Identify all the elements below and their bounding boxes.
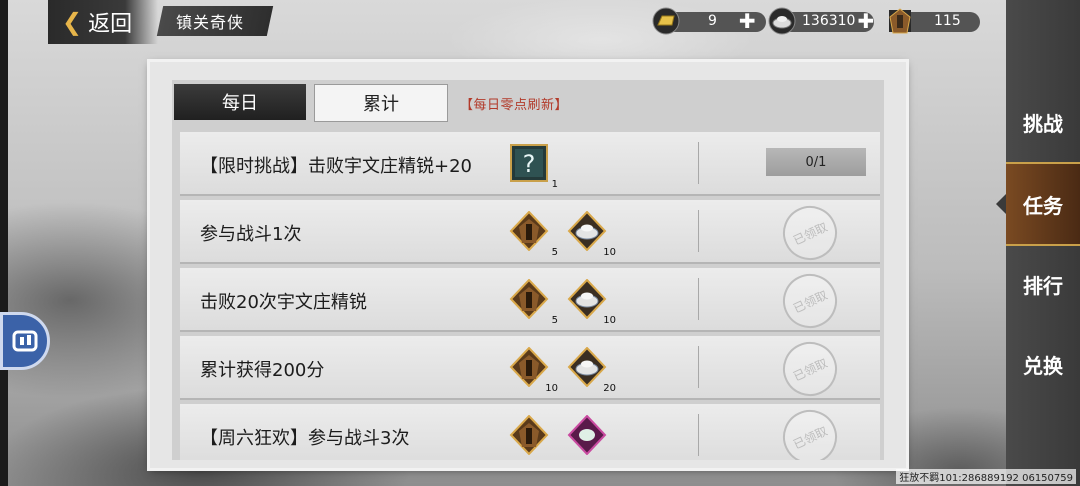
task-row: 累计获得200分 10 20 已领取 [180, 333, 880, 405]
nav-challenge[interactable]: 挑战 [1006, 82, 1080, 162]
reward-count: 1 [551, 179, 558, 190]
silver-count: 136310 [802, 13, 856, 29]
silver-ingot-icon [567, 279, 607, 319]
task-label: 【限时挑战】击败宇文庄精锐+20 [200, 156, 472, 177]
task-label: 击败20次宇文庄精锐 [200, 292, 367, 313]
task-panel-inner: 每日 累计 【每日零点刷新】 【限时挑战】击败宇文庄精锐+20 ? 1 0/1 … [172, 80, 884, 460]
nav-ranking[interactable]: 排行 [1006, 244, 1080, 324]
reward-count: 10 [545, 383, 558, 394]
divider [698, 278, 699, 320]
token-icon [509, 211, 549, 251]
reward-count: 20 [603, 383, 616, 394]
token-icon [509, 347, 549, 387]
reward-item[interactable]: 10 [564, 276, 616, 326]
gold-bar-icon [652, 7, 680, 35]
token-count: 115 [934, 13, 961, 29]
refresh-note: 【每日零点刷新】 [460, 98, 569, 113]
gold-count: 9 [708, 13, 717, 29]
chevron-left-icon: ❮ [62, 8, 83, 36]
reward-item[interactable]: ? 1 [506, 140, 558, 190]
reward-count: 10 [603, 315, 616, 326]
task-label: 【周六狂欢】参与战斗3次 [200, 428, 410, 449]
claimed-stamp: 已领取 [774, 197, 846, 269]
mystery-box-icon: ? [510, 144, 548, 182]
claimed-stamp: 已领取 [774, 401, 846, 460]
left-edge [0, 0, 8, 486]
page-title: 镇关奇侠 [176, 13, 245, 32]
task-row: 击败20次宇文庄精锐 5 10 已领取 [180, 265, 880, 337]
reward-item[interactable]: 10 [506, 344, 558, 394]
divider [698, 414, 699, 456]
silver-resource: 136310 ✚ [768, 6, 874, 36]
reward-item[interactable] [506, 412, 552, 458]
silver-ingot-icon [567, 211, 607, 251]
claimed-stamp: 已领取 [774, 333, 846, 405]
token-icon [509, 279, 549, 319]
claimed-stamp: 已领取 [774, 265, 846, 337]
purple-gem-icon [567, 415, 607, 455]
token-icon [889, 8, 911, 34]
top-bar: ❮ 返回 镇关奇侠 9 ✚ 136310 ✚ 115 [0, 0, 1080, 44]
watermark: 狂放不羁101:286889192 06150759 [896, 469, 1076, 484]
silver-ingot-icon [768, 7, 796, 35]
back-label: 返回 [88, 12, 133, 37]
add-gold-button[interactable]: ✚ [739, 11, 756, 31]
reward-item[interactable]: 20 [564, 344, 616, 394]
tab-cumulative[interactable]: 累计 [314, 84, 448, 122]
reward-count: 5 [551, 247, 558, 258]
assistant-logo-icon [12, 330, 38, 352]
nav-tasks[interactable]: 任务 [996, 162, 1080, 246]
task-label: 累计获得200分 [200, 360, 325, 381]
reward-item[interactable]: 5 [506, 208, 558, 258]
reward-item[interactable]: 5 [506, 276, 558, 326]
nav-exchange[interactable]: 兑换 [1006, 324, 1080, 404]
svg-text:?: ? [523, 150, 536, 178]
back-button[interactable]: ❮ 返回 [48, 0, 158, 44]
reward-item[interactable] [564, 412, 610, 458]
add-silver-button[interactable]: ✚ [857, 11, 874, 31]
token-resource: 115 [886, 6, 980, 36]
tab-daily[interactable]: 每日 [174, 84, 306, 120]
reward-item[interactable]: 10 [564, 208, 616, 258]
task-row: 参与战斗1次 5 10 已领取 [180, 197, 880, 269]
reward-count: 5 [551, 315, 558, 326]
task-row: 【周六狂欢】参与战斗3次 已领取 [180, 401, 880, 460]
task-label: 参与战斗1次 [200, 224, 302, 245]
progress-bar: 0/1 [766, 148, 866, 176]
gold-resource: 9 ✚ [652, 6, 766, 36]
floating-assistant-button[interactable] [0, 312, 50, 370]
token-icon [509, 415, 549, 455]
divider [698, 210, 699, 252]
reward-count: 10 [603, 247, 616, 258]
task-panel: 每日 累计 【每日零点刷新】 【限时挑战】击败宇文庄精锐+20 ? 1 0/1 … [150, 62, 906, 468]
task-row: 【限时挑战】击败宇文庄精锐+20 ? 1 0/1 [180, 132, 880, 196]
silver-ingot-icon [567, 347, 607, 387]
divider [698, 346, 699, 388]
divider [698, 142, 699, 184]
